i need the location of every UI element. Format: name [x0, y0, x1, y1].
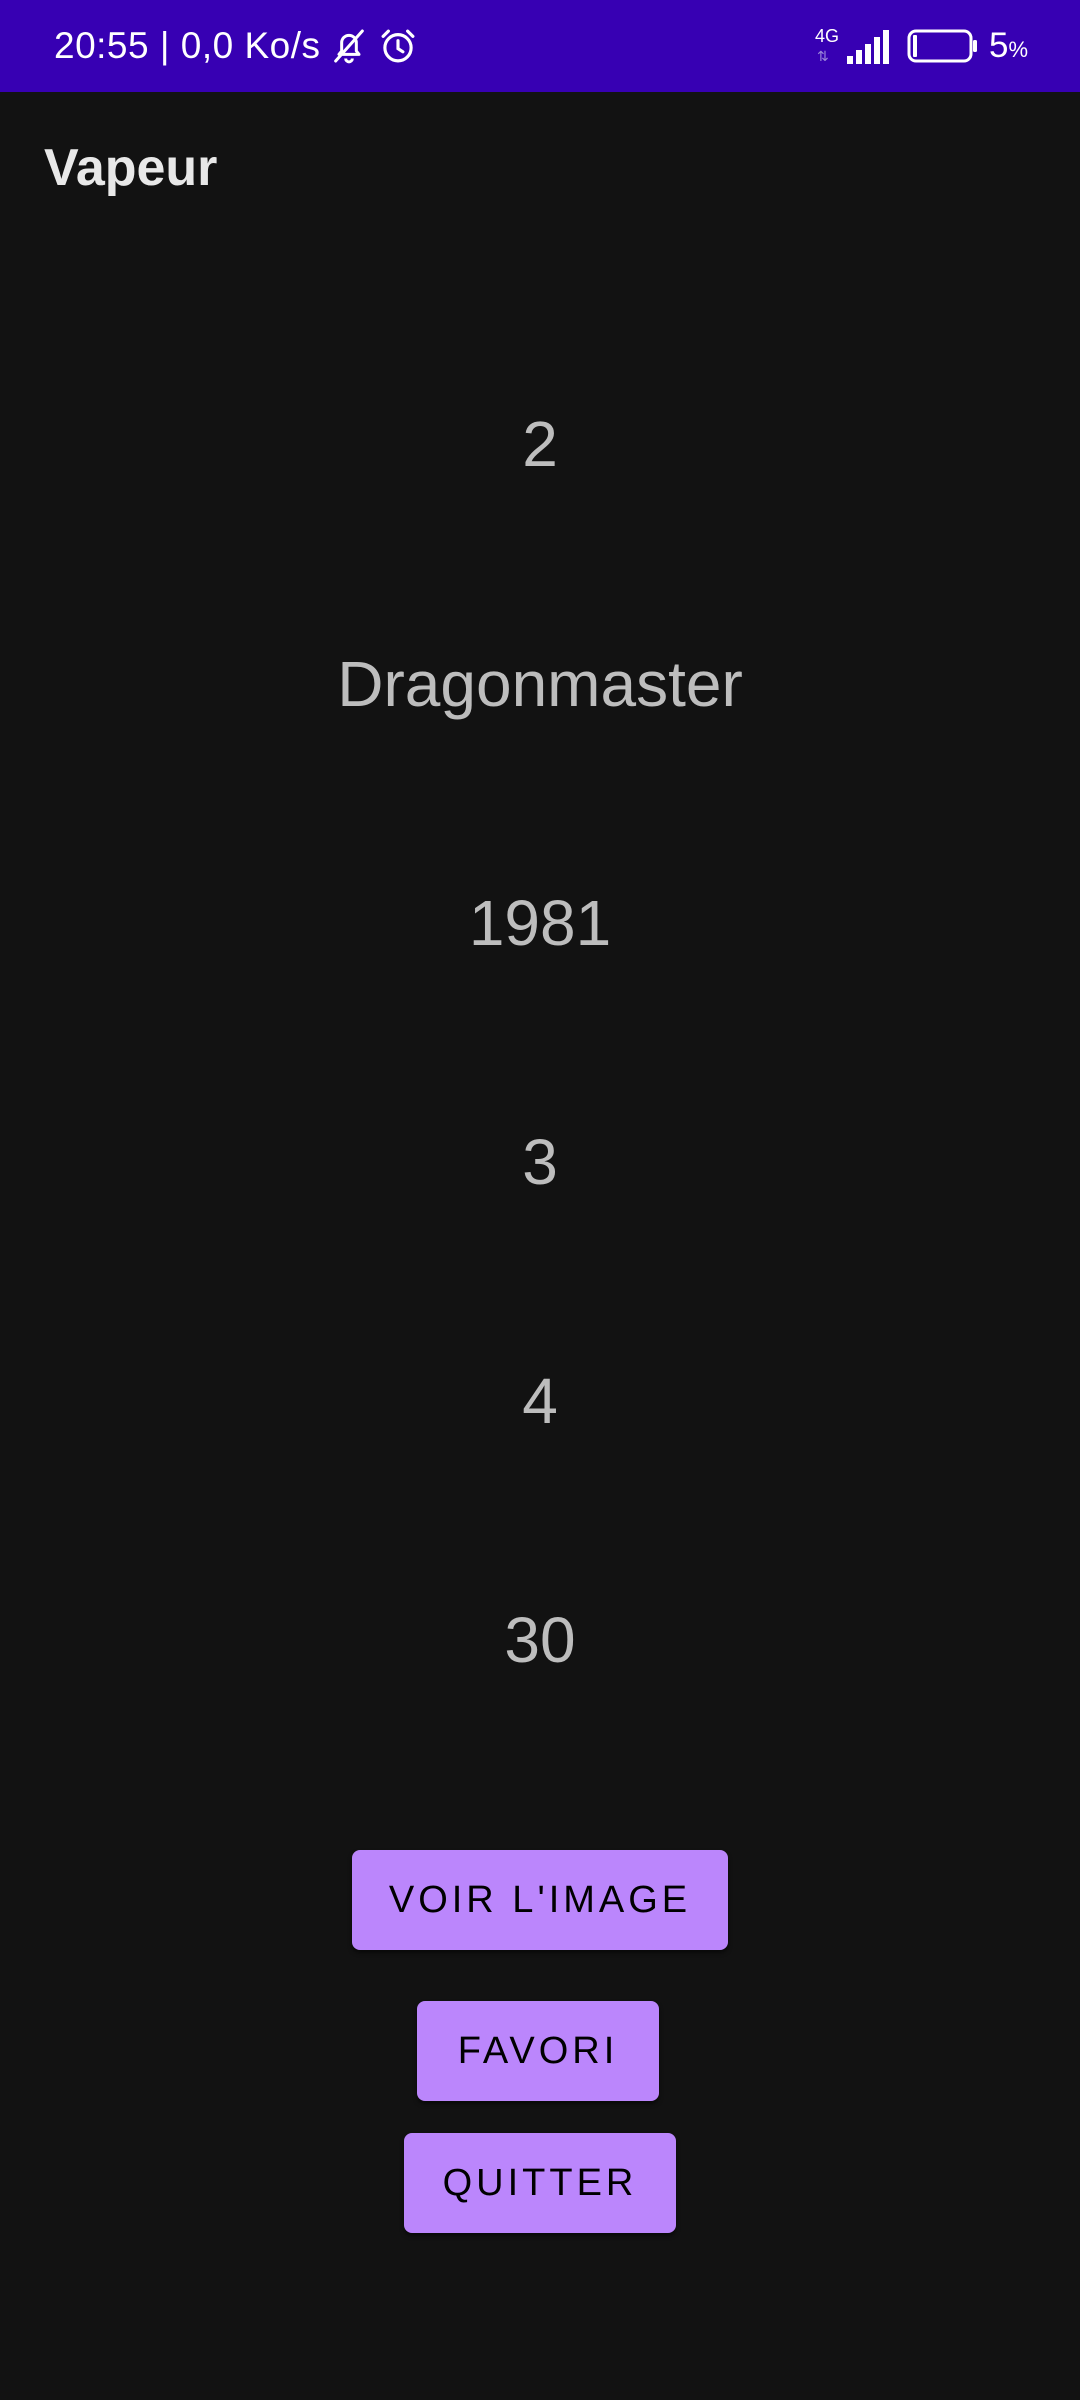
detail-line-4: 3: [522, 1126, 558, 1198]
detail-line-6: 30: [504, 1604, 576, 1676]
favorite-button[interactable]: FAVORI: [417, 2001, 659, 2101]
status-separator: |: [149, 25, 181, 66]
signal-icon: [846, 30, 889, 64]
status-left: 20:55 | 0,0 Ko/s: [54, 0, 419, 92]
status-bar: 20:55 | 0,0 Ko/s 4G ⇅ 5%: [0, 0, 1080, 92]
view-image-button[interactable]: VOIR L'IMAGE: [352, 1850, 728, 1950]
status-right: 4G ⇅ 5%: [815, 0, 1028, 92]
network-type: 4G ⇅: [815, 24, 841, 68]
status-time: 20:55: [54, 25, 150, 66]
detail-line-2: Dragonmaster: [337, 648, 743, 720]
app-title: Vapeur: [44, 139, 218, 197]
network-type-label: 4G: [814, 26, 839, 46]
battery-icon: [907, 29, 977, 63]
detail-line-1: 2: [522, 408, 558, 480]
data-arrows-icon: ⇅: [816, 48, 829, 64]
detail-line-5: 4: [522, 1365, 558, 1437]
quit-button[interactable]: QUITTER: [404, 2133, 676, 2233]
detail-line-3: 1981: [468, 887, 612, 959]
alarm-icon: [381, 29, 414, 63]
network-speed: 0,0 Ko/s: [180, 25, 321, 66]
bell-off-icon: [333, 29, 364, 64]
battery-percent: 5%: [988, 26, 1028, 65]
